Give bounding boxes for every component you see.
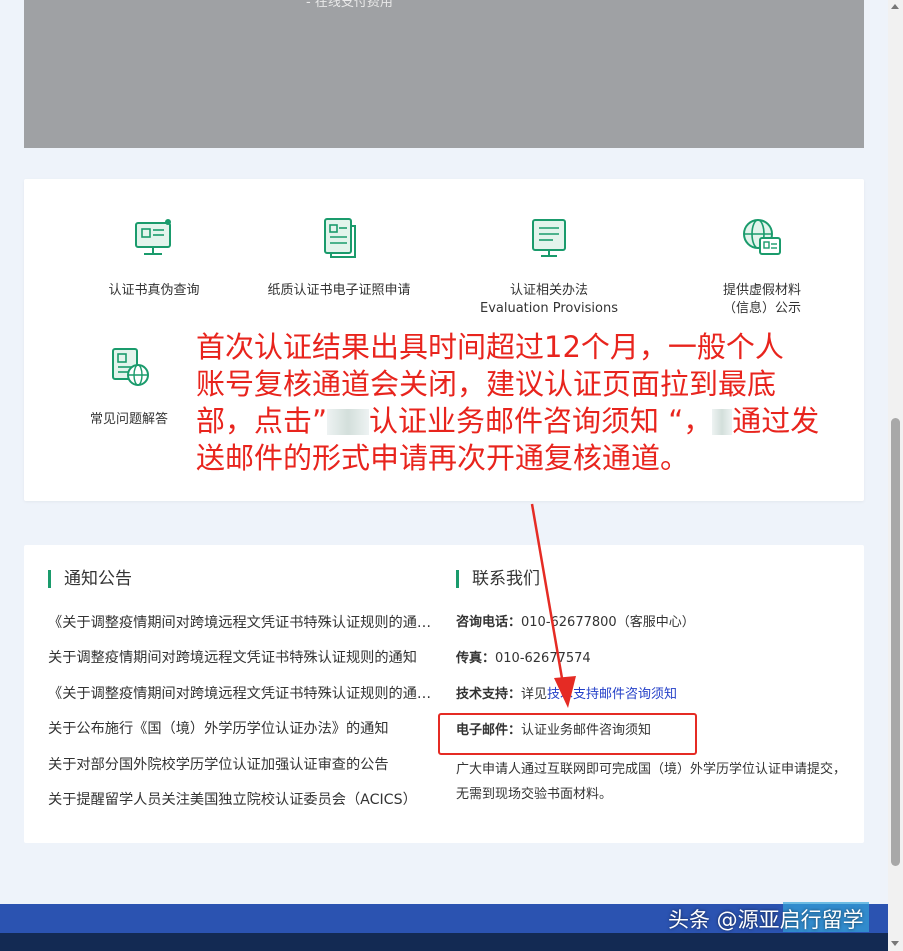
scroll-down-arrow-icon[interactable] <box>891 941 899 946</box>
document-list-icon <box>324 218 356 258</box>
notice-item[interactable]: 关于提醒留学人员关注美国独立院校认证委员会（ACICS） <box>48 790 432 825</box>
service-e-certificate[interactable]: 纸质认证书电子证照申请 <box>244 216 434 300</box>
info-card: 通知公告 《关于调整疫情期间对跨境远程文凭证书特殊认证规则的通知》 关于调整疫情… <box>24 545 864 843</box>
annotation-arrow-icon <box>530 503 576 708</box>
contact-info: 咨询电话：010-62677800（客服中心） 传真：010-62677574 … <box>456 613 856 807</box>
service-false-materials[interactable]: 提供虚假材料 （信息）公示 <box>667 216 857 318</box>
notice-list: 《关于调整疫情期间对跨境远程文凭证书特殊认证规则的通知》 关于调整疫情期间对跨境… <box>48 613 432 825</box>
banner-text: - 在线支付费用 <box>306 0 393 10</box>
faq-globe-icon <box>112 348 149 386</box>
provisions-document-icon <box>532 219 566 257</box>
page: - 在线支付费用 认证书真伪查询 纸质认证书电子证照申请 认证相关办法 Eval… <box>0 0 888 951</box>
contact-description: 广大申请人通过互联网即可完成国（境）外学历学位认证申请提交，无需到现场交验书面材… <box>456 762 847 802</box>
notice-item[interactable]: 关于调整疫情期间对跨境远程文凭证书特殊认证规则的通知 <box>48 648 432 683</box>
notice-item[interactable]: 《关于调整疫情期间对跨境远程文凭证书特殊认证规则的通知》 <box>48 684 432 719</box>
notice-item[interactable]: 《关于调整疫情期间对跨境远程文凭证书特殊认证规则的通知》 <box>48 613 432 648</box>
notice-item[interactable]: 关于公布施行《国（境）外学历学位认证办法》的通知 <box>48 719 432 754</box>
highlight-box <box>438 713 697 755</box>
scroll-up-arrow-icon[interactable] <box>891 4 899 9</box>
top-banner: - 在线支付费用 <box>24 0 864 148</box>
fax-row: 传真：010-62677574 <box>456 651 591 666</box>
service-provisions[interactable]: 认证相关办法 Evaluation Provisions <box>454 216 644 318</box>
footer-bottom <box>0 933 888 951</box>
blur-mark <box>327 409 370 435</box>
notice-item[interactable]: 关于对部分国外院校学历学位认证加强认证审查的公告 <box>48 755 432 790</box>
service-certificate-verify[interactable]: 认证书真伪查询 <box>59 216 249 300</box>
globe-id-icon <box>743 219 781 255</box>
certificate-search-icon <box>135 219 171 255</box>
scrollbar-thumb[interactable] <box>891 418 900 866</box>
watermark: 头条 @源亚启行留学 <box>668 908 864 932</box>
blur-mark <box>712 409 733 435</box>
notices-title: 通知公告 <box>48 569 132 589</box>
phone-row: 咨询电话：010-62677800（客服中心） <box>456 615 695 630</box>
annotation-note: 首次认证结果出具时间超过12个月，一般个人 账号复核通道会关闭，建议认证页面拉到… <box>196 330 820 475</box>
